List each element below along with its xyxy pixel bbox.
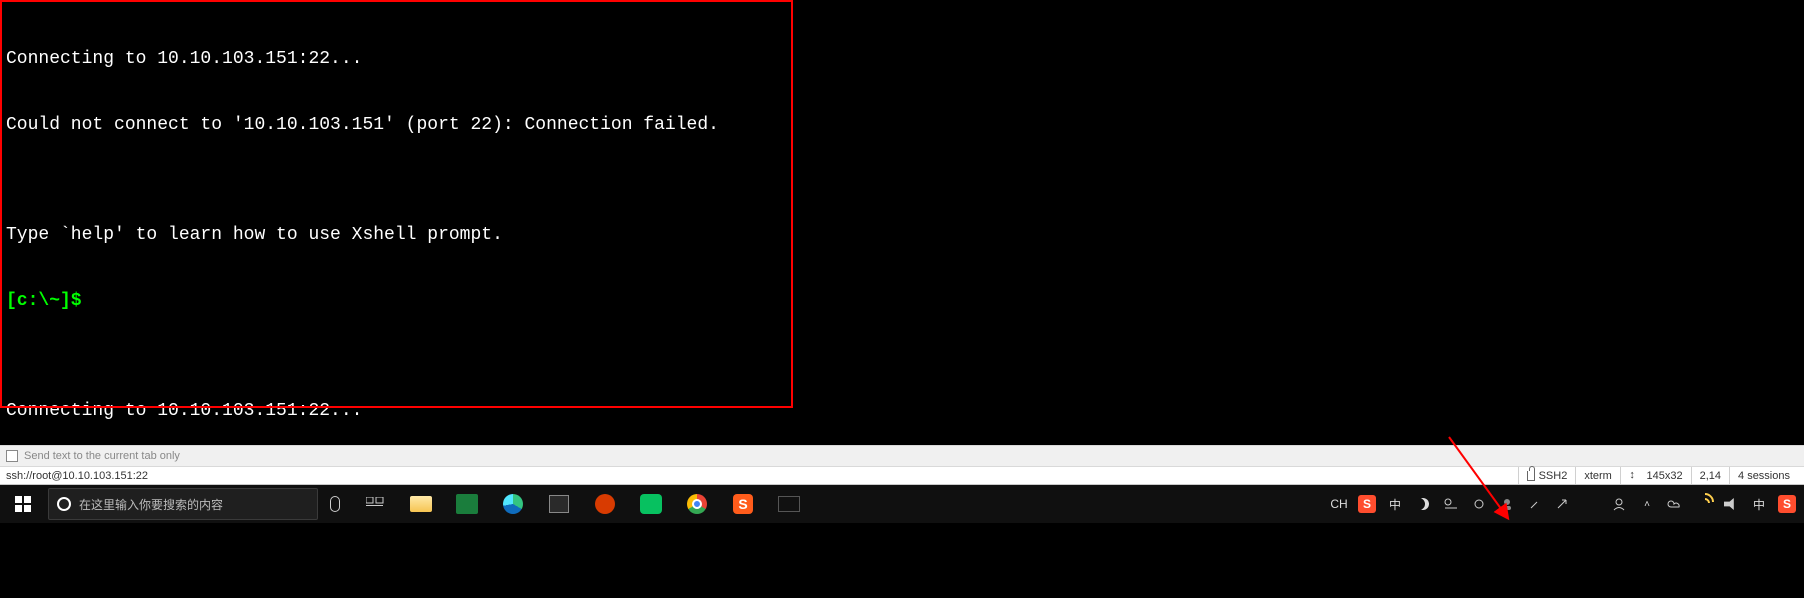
cloud-icon	[1667, 498, 1683, 510]
taskbar-app-green[interactable]	[444, 485, 490, 523]
speaker-muted-icon	[1724, 498, 1738, 510]
gear-icon	[1472, 497, 1486, 511]
send-text-placeholder[interactable]: Send text to the current tab only	[24, 450, 180, 462]
sogou-icon: S	[1778, 495, 1796, 513]
status-bar: ssh://root@10.10.103.151:22 SSH2 xterm ↕…	[0, 467, 1804, 485]
tray-weather[interactable]	[1438, 485, 1464, 523]
edge-icon	[503, 494, 523, 514]
mic-button[interactable]	[318, 485, 352, 523]
windows-logo-icon	[15, 496, 31, 512]
sogou-icon: S	[1358, 495, 1376, 513]
wrench-icon	[1528, 497, 1542, 511]
cortana-icon	[57, 497, 71, 511]
tray-cloud[interactable]	[1662, 485, 1688, 523]
start-button[interactable]	[0, 485, 46, 523]
search-placeholder: 在这里输入你要搜索的内容	[79, 496, 223, 513]
taskbar-app-sogou[interactable]: S	[720, 485, 766, 523]
taskbar-app-file-explorer[interactable]	[398, 485, 444, 523]
status-term-type: xterm	[1575, 467, 1620, 484]
ime-indicator[interactable]: CH	[1326, 485, 1352, 523]
send-text-bar[interactable]: Send text to the current tab only	[0, 445, 1804, 467]
sogou-icon: S	[733, 494, 753, 514]
app-icon	[595, 494, 615, 514]
ime-lang-2[interactable]: 中	[1746, 485, 1772, 523]
bottom-black-area	[0, 523, 1804, 598]
status-connection: ssh://root@10.10.103.151:22	[6, 470, 148, 482]
tray-volume[interactable]	[1718, 485, 1744, 523]
system-tray[interactable]: CH S 中 ˄ 中 S	[1326, 485, 1804, 523]
term-line: Type `help' to learn how to use Xshell p…	[6, 224, 1563, 246]
microphone-icon	[330, 496, 340, 512]
taskbar-app-chrome[interactable]	[674, 485, 720, 523]
moon-icon	[1417, 498, 1429, 510]
person-icon	[1611, 496, 1627, 512]
tray-night[interactable]	[1410, 485, 1436, 523]
tray-sogou-2[interactable]: S	[1774, 485, 1800, 523]
chrome-icon	[687, 494, 707, 514]
term-line: Could not connect to '10.10.103.151' (po…	[6, 114, 1563, 136]
lock-icon	[1527, 471, 1535, 481]
tray-sogou[interactable]: S	[1354, 485, 1380, 523]
terminal-margin	[1569, 0, 1804, 445]
taskbar-search[interactable]: 在这里输入你要搜索的内容	[48, 488, 318, 520]
wifi-icon	[1696, 497, 1710, 511]
task-view-icon	[366, 497, 384, 511]
status-size: ↕ 145x32	[1620, 467, 1691, 484]
tray-item[interactable]	[1578, 485, 1604, 523]
taskbar-app-wechat[interactable]	[628, 485, 674, 523]
tray-network[interactable]	[1690, 485, 1716, 523]
term-line: Connecting to 10.10.103.151:22...	[6, 48, 1563, 70]
term-line: Connecting to 10.10.103.151:22...	[6, 400, 1563, 422]
chevron-up-icon: ˄	[1644, 499, 1650, 510]
taskbar-app-terminal[interactable]	[766, 485, 812, 523]
tray-overflow[interactable]: ˄	[1634, 485, 1660, 523]
tray-item[interactable]	[1466, 485, 1492, 523]
people-icon	[1500, 497, 1514, 511]
folder-icon	[410, 496, 432, 512]
taskbar-app-store[interactable]	[536, 485, 582, 523]
ime-lang[interactable]: 中	[1382, 485, 1408, 523]
taskbar-app-edge[interactable]	[490, 485, 536, 523]
terminal-output[interactable]: Connecting to 10.10.103.151:22... Could …	[0, 0, 1569, 445]
share-icon	[1556, 497, 1570, 511]
send-all-checkbox[interactable]	[6, 450, 18, 462]
windows-taskbar[interactable]: 在这里输入你要搜索的内容 S CH S 中 ˄ 中 S	[0, 485, 1804, 523]
store-icon	[549, 495, 569, 513]
term-prompt[interactable]: [c:\~]$	[6, 290, 1563, 312]
taskbar-app-red[interactable]	[582, 485, 628, 523]
tray-share[interactable]	[1550, 485, 1576, 523]
app-icon	[456, 494, 478, 514]
tray-contact[interactable]	[1606, 485, 1632, 523]
status-cursor-pos: 2,14	[1691, 467, 1729, 484]
tray-people[interactable]	[1494, 485, 1520, 523]
status-proto: SSH2	[1518, 467, 1576, 484]
tray-wrench[interactable]	[1522, 485, 1548, 523]
wechat-icon	[640, 494, 662, 514]
task-view-button[interactable]	[352, 485, 398, 523]
terminal-icon	[778, 496, 800, 512]
weather-icon	[1443, 497, 1459, 511]
status-sessions: 4 sessions	[1729, 467, 1798, 484]
